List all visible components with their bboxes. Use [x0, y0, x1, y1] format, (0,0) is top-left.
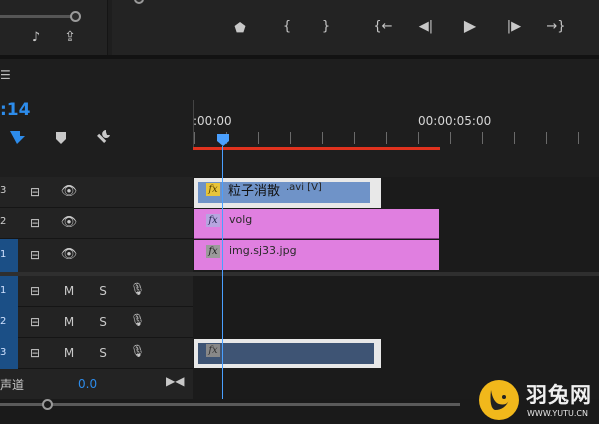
- track-a1-number[interactable]: 1: [0, 276, 18, 307]
- track-v1-number[interactable]: 1: [0, 239, 18, 272]
- track-v3: 3 ⊟ 👁: [0, 177, 193, 208]
- clip-v2-label: volg: [229, 213, 253, 226]
- clip-v1-label: img.sj33.jpg: [229, 244, 297, 257]
- source-scrubber-handle[interactable]: [70, 11, 81, 22]
- linked-selection-icon[interactable]: [8, 128, 28, 146]
- fx-badge[interactable]: fx: [206, 344, 220, 357]
- toggle-sync-lock-icon[interactable]: ⊟: [26, 346, 44, 360]
- timecode-display[interactable]: :14: [0, 100, 30, 120]
- insert-export-icon[interactable]: ⇪: [60, 30, 80, 44]
- toggle-sync-lock-icon[interactable]: ⊟: [26, 315, 44, 329]
- clip-v2-volg[interactable]: fx volg: [194, 209, 439, 239]
- rabbit-logo-icon: [479, 380, 519, 420]
- toggle-track-output-eye-icon[interactable]: 👁: [60, 184, 78, 199]
- timeline-menu-icon[interactable]: ☰: [0, 68, 11, 82]
- track-a2: 2 ⊟ M S 🎙: [0, 307, 193, 338]
- mark-in-icon[interactable]: {: [280, 20, 294, 34]
- go-to-mix-end-icon[interactable]: ▶◀: [166, 374, 184, 388]
- clip-v3-suffix: .avi [V]: [286, 182, 322, 193]
- track-v1: 1 ⊟ 👁: [0, 239, 193, 272]
- solo-track-button[interactable]: S: [96, 346, 110, 360]
- mute-track-button[interactable]: M: [61, 315, 77, 329]
- clip-v1-image[interactable]: fx img.sj33.jpg: [194, 240, 439, 270]
- voice-over-mic-icon[interactable]: 🎙: [130, 344, 145, 358]
- panel-divider[interactable]: [0, 55, 599, 59]
- voice-over-mic-icon[interactable]: 🎙: [130, 313, 145, 327]
- source-scrubber-bar[interactable]: [0, 15, 80, 18]
- work-area-bar[interactable]: [193, 147, 440, 150]
- play-icon[interactable]: ▶: [461, 18, 479, 34]
- watermark-url: WWW.YUTU.CN: [527, 409, 588, 418]
- playhead-handle[interactable]: [216, 132, 230, 151]
- ruler-start-label: :00:00: [193, 114, 232, 128]
- ruler-ticks: [194, 132, 599, 144]
- playhead-line[interactable]: [222, 146, 223, 400]
- wrench-settings-icon[interactable]: [95, 128, 113, 150]
- mark-out-icon[interactable]: }: [319, 20, 333, 34]
- track-v3-number[interactable]: 3: [0, 185, 18, 199]
- watermark-logo: 羽兔网 WWW.YUTU.CN: [476, 377, 599, 424]
- step-forward-icon[interactable]: |▶: [505, 20, 523, 34]
- track-a3-number[interactable]: 3: [0, 338, 18, 369]
- go-to-in-icon[interactable]: {←: [372, 20, 394, 34]
- scrollbar-handle[interactable]: [42, 399, 53, 410]
- track-a1: 1 ⊟ M S 🎙: [0, 276, 193, 307]
- track-a2-number[interactable]: 2: [0, 307, 18, 338]
- add-marker-tool-icon[interactable]: [55, 130, 67, 149]
- solo-track-button[interactable]: S: [96, 284, 110, 298]
- mix-track-label: 声道: [0, 378, 25, 392]
- mix-track: 声道 0.0 ▶◀: [0, 369, 193, 399]
- watermark-name: 羽兔网: [526, 383, 592, 407]
- ruler-mark-label: 00:00:05:00: [418, 114, 492, 128]
- track-a3: 3 ⊟ M S 🎙: [0, 338, 193, 369]
- clip-v3-label: 粒子消散: [228, 184, 281, 199]
- program-scrubber-handle[interactable]: [134, 0, 144, 4]
- toggle-sync-lock-icon[interactable]: ⊟: [26, 216, 44, 230]
- toggle-sync-lock-icon[interactable]: ⊟: [26, 284, 44, 298]
- step-back-icon[interactable]: ◀|: [417, 20, 435, 34]
- fx-badge[interactable]: fx: [206, 214, 220, 227]
- scrollbar-track[interactable]: [0, 403, 460, 406]
- add-marker-icon[interactable]: ⬟: [232, 22, 248, 36]
- toggle-track-output-eye-icon[interactable]: 👁: [60, 215, 78, 230]
- track-v2: 2 ⊟ 👁: [0, 208, 193, 239]
- fx-badge[interactable]: fx: [206, 183, 220, 196]
- track-v2-number[interactable]: 2: [0, 216, 18, 230]
- program-monitor-panel: ⬟ { } {← ◀| ▶ |▶ →}: [112, 0, 599, 55]
- toggle-sync-lock-icon[interactable]: ⊟: [26, 185, 44, 199]
- toggle-sync-lock-icon[interactable]: ⊟: [26, 248, 44, 262]
- fx-badge[interactable]: fx: [206, 245, 220, 258]
- toggle-track-output-eye-icon[interactable]: 👁: [60, 247, 78, 262]
- export-frame-audio-icon[interactable]: ♪: [26, 31, 46, 45]
- time-ruler[interactable]: :00:00 00:00:05:00: [193, 100, 599, 150]
- mute-track-button[interactable]: M: [61, 284, 77, 298]
- voice-over-mic-icon[interactable]: 🎙: [130, 282, 145, 296]
- source-monitor-panel: ♪ ⇪: [0, 0, 108, 55]
- solo-track-button[interactable]: S: [96, 315, 110, 329]
- mute-track-button[interactable]: M: [61, 346, 77, 360]
- mix-volume-value[interactable]: 0.0: [78, 377, 97, 391]
- go-to-out-icon[interactable]: →}: [545, 20, 567, 34]
